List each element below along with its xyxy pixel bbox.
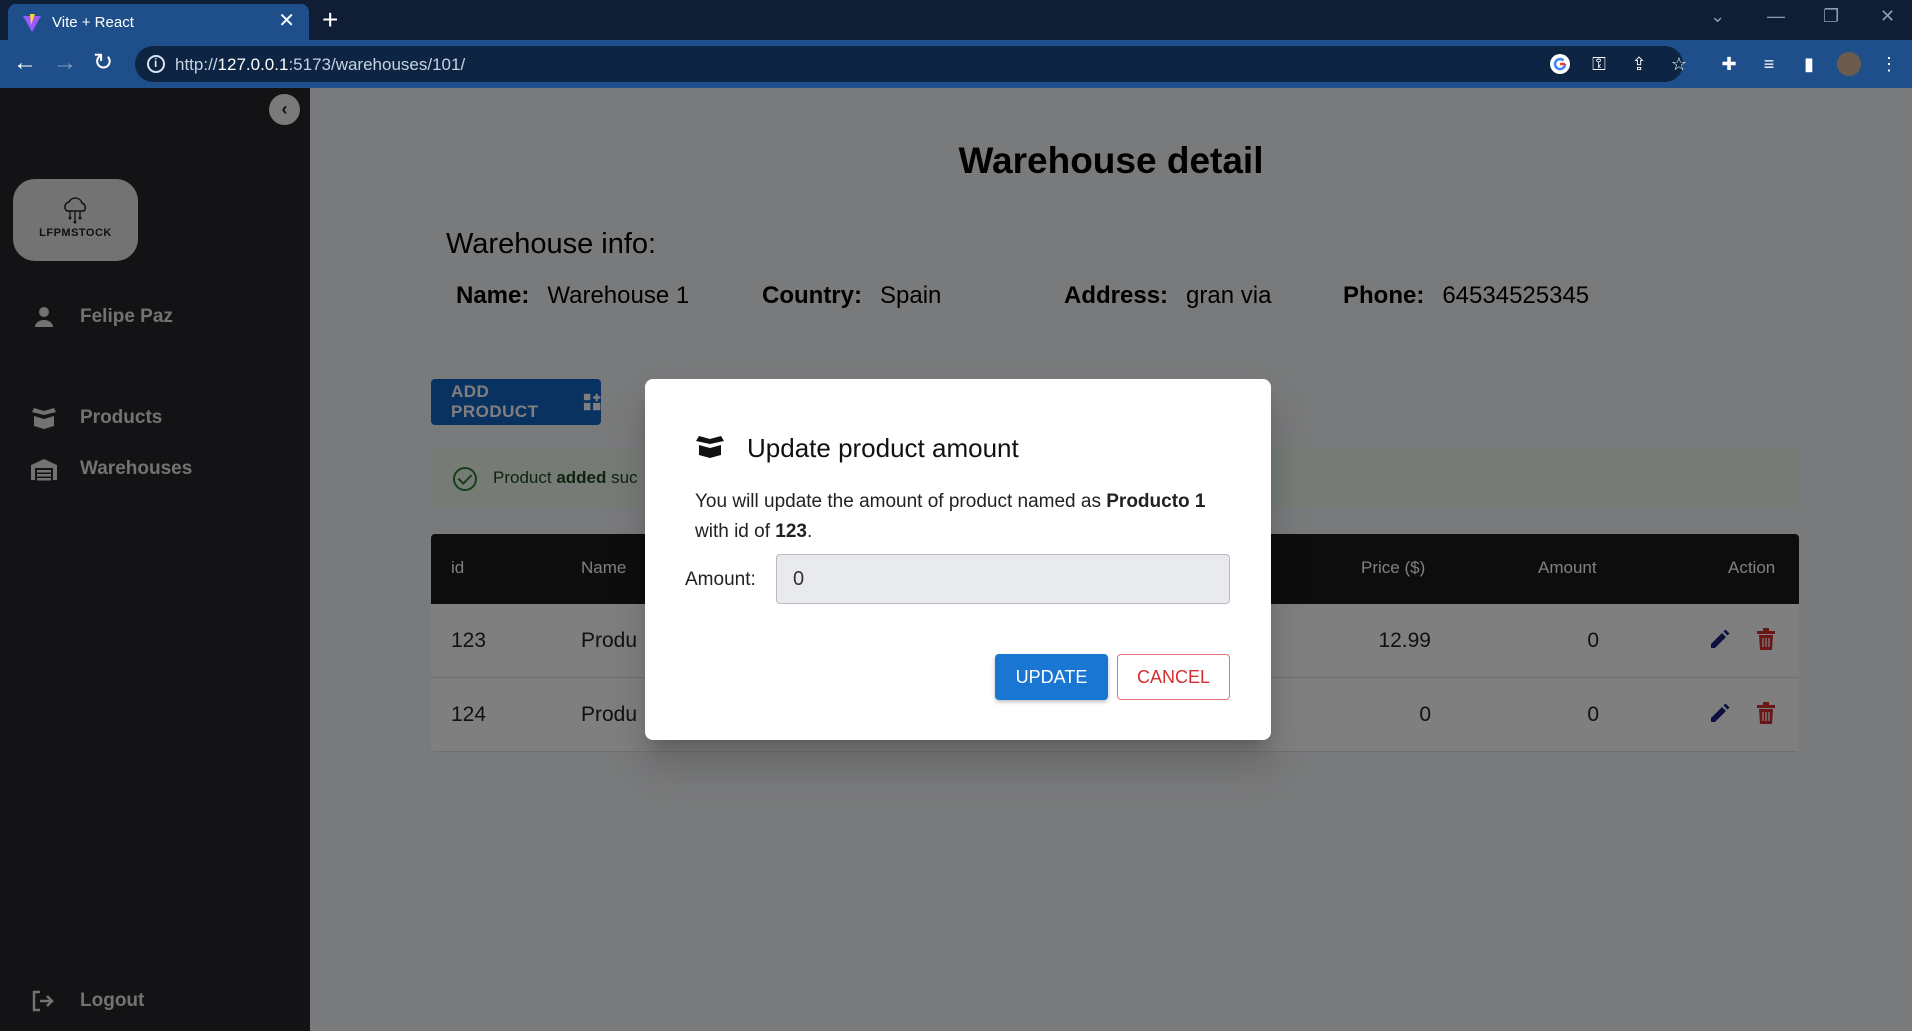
menu-kebab-icon[interactable]: ⋮	[1877, 52, 1901, 76]
browser-tab-bar: Vite + React ✕ + ⌄ — ❐ ✕	[0, 0, 1912, 40]
cancel-button[interactable]: CANCEL	[1117, 654, 1230, 700]
browser-tab[interactable]: Vite + React ✕	[8, 4, 309, 40]
update-amount-dialog: Update product amount You will update th…	[645, 379, 1271, 740]
share-icon[interactable]: ⇪	[1627, 52, 1651, 76]
box-open-icon	[696, 436, 724, 458]
amount-label: Amount:	[685, 569, 756, 590]
browser-toolbar: ← → ↻ http://127.0.0.1:5173/warehouses/1…	[0, 40, 1912, 88]
dialog-title: Update product amount	[747, 433, 1019, 463]
tab-close-icon[interactable]: ✕	[278, 11, 295, 31]
address-bar[interactable]: http://127.0.0.1:5173/warehouses/101/ ⚿ …	[135, 46, 1687, 82]
restore-icon[interactable]: ❐	[1823, 6, 1839, 26]
back-icon[interactable]: ←	[13, 50, 37, 76]
amount-input[interactable]	[776, 554, 1230, 604]
side-panel-icon[interactable]: ▮	[1797, 52, 1821, 76]
update-button[interactable]: UPDATE	[995, 654, 1108, 700]
forward-icon[interactable]: →	[53, 50, 77, 76]
site-info-icon[interactable]	[147, 55, 165, 73]
url-text: http://127.0.0.1:5173/warehouses/101/	[175, 55, 466, 74]
reading-list-icon[interactable]: ≡	[1757, 52, 1781, 76]
key-icon[interactable]: ⚿	[1587, 52, 1611, 76]
dialog-message: You will update the amount of product na…	[695, 491, 1206, 542]
close-window-icon[interactable]: ✕	[1880, 6, 1895, 26]
new-tab-icon[interactable]: +	[322, 5, 338, 35]
tab-search-icon[interactable]: ⌄	[1710, 6, 1725, 26]
vite-logo-icon	[23, 14, 41, 32]
minimize-icon[interactable]: —	[1767, 6, 1785, 26]
profile-avatar-icon[interactable]	[1837, 52, 1861, 76]
extensions-icon[interactable]: ✚	[1717, 52, 1741, 76]
bookmark-star-icon[interactable]: ☆	[1667, 52, 1691, 76]
tab-title: Vite + React	[52, 14, 134, 31]
reload-icon[interactable]: ↻	[93, 50, 113, 76]
google-lens-icon[interactable]	[1548, 52, 1572, 76]
